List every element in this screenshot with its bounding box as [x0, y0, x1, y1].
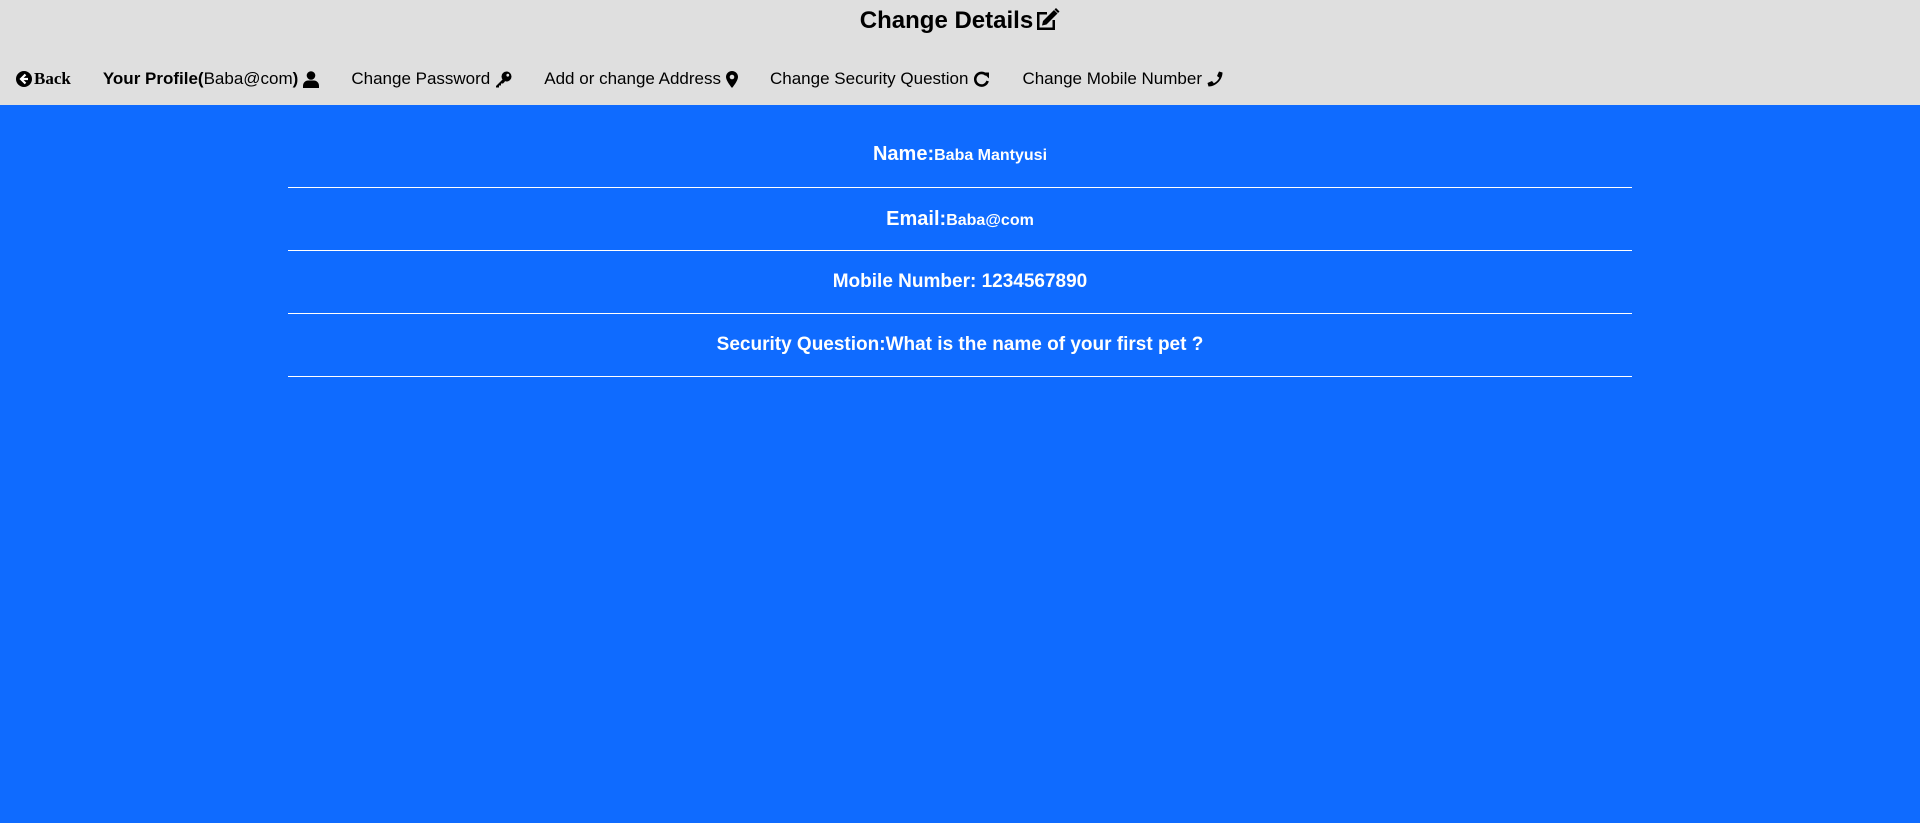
profile-label: Your Profile( — [102, 69, 204, 88]
phone-icon — [1207, 71, 1223, 86]
arrow-circle-left-icon — [16, 71, 32, 87]
detail-row-email: Email:Baba@com — [288, 188, 1632, 251]
change-password-label: Change Password — [351, 69, 491, 88]
address-label: Add or change Address — [544, 69, 721, 88]
nav-security-question[interactable]: Change Security Question — [770, 68, 990, 90]
nav-change-password[interactable]: Change Password — [351, 68, 512, 90]
mobile-number-label: Change Mobile Number — [1022, 69, 1202, 88]
back-link[interactable]: Back — [16, 68, 71, 90]
email-label: Email: — [886, 208, 947, 230]
detail-row-security-question: Security Question:What is the name of yo… — [288, 314, 1632, 377]
user-icon — [303, 70, 320, 88]
mobile-number-text: Mobile Number: 1234567890 — [832, 271, 1088, 292]
security-question-text: Security Question:What is the name of yo… — [716, 334, 1204, 355]
detail-row-mobile: Mobile Number: 1234567890 — [288, 251, 1632, 314]
nav-your-profile[interactable]: Your Profile( Baba@com ) — [103, 68, 320, 90]
security-question-label: Change Security Question — [770, 69, 969, 88]
redo-icon — [974, 71, 990, 87]
nav-mobile-number[interactable]: Change Mobile Number — [1022, 68, 1223, 90]
nav-address[interactable]: Add or change Address — [544, 68, 738, 90]
name-value: Baba Mantyusi — [934, 147, 1048, 164]
page-title: Change Details — [0, 6, 1920, 36]
name-label: Name: — [872, 143, 935, 165]
nav-bar: Back Your Profile( Baba@com ) Change Pas… — [16, 68, 1255, 90]
page-title-text: Change Details — [859, 7, 1034, 34]
top-bar: Change Details Back Your Profile( Baba@c… — [0, 0, 1920, 105]
detail-row-name: Name:Baba Mantyusi — [288, 105, 1632, 188]
details-panel: Name:Baba Mantyusi Email:Baba@com Mobile… — [0, 105, 1920, 823]
edit-icon — [1037, 8, 1060, 30]
profile-close-paren: ) — [292, 69, 299, 88]
email-value: Baba@com — [946, 212, 1034, 229]
back-label: Back — [34, 69, 71, 88]
key-icon — [496, 71, 512, 87]
profile-email: Baba@com — [203, 69, 293, 88]
map-marker-icon — [726, 70, 738, 88]
